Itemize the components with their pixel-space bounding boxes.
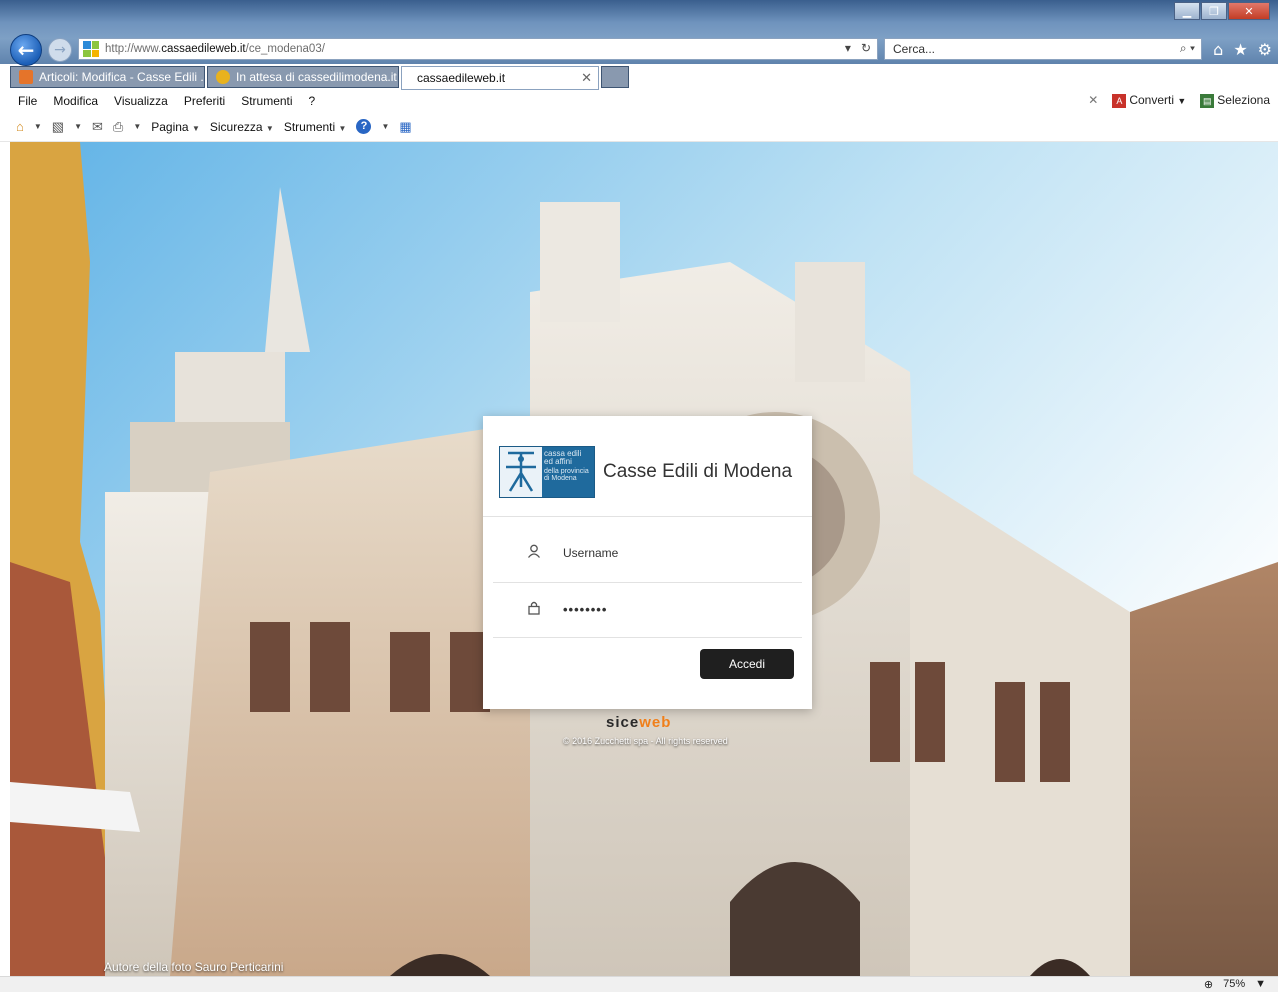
status-bar: ⊕ 75% ▼ <box>0 976 1278 992</box>
strumenti-menu[interactable]: Strumenti ▼ <box>284 120 347 134</box>
tab-in-attesa[interactable]: In attesa di cassedilimodena.it <box>207 66 399 88</box>
back-button[interactable]: ← <box>10 34 42 66</box>
back-arrow-icon: ← <box>17 38 35 62</box>
menu-strumenti[interactable]: Strumenti <box>241 94 292 108</box>
tab-label: In attesa di cassedilimodena.it <box>236 70 397 84</box>
forward-button[interactable]: → <box>48 38 72 62</box>
joomla-icon <box>19 70 33 84</box>
sicurezza-menu[interactable]: Sicurezza ▼ <box>210 120 274 134</box>
address-bar[interactable]: http://www. cassaedileweb.it/ce_modena03/… <box>78 38 878 60</box>
site-favicon-icon <box>410 70 411 86</box>
tab-cassaedileweb[interactable]: cassaedileweb.it ✕ <box>401 66 599 90</box>
print-icon[interactable]: ⎙ <box>113 119 123 135</box>
seleziona-button[interactable]: ▤ Seleziona <box>1200 93 1270 108</box>
login-button[interactable]: Accedi <box>700 649 794 679</box>
research-icon[interactable]: ▦ <box>399 119 411 135</box>
favorites-star-icon[interactable]: ★ <box>1233 40 1247 59</box>
feeds-icon[interactable]: ▧ <box>52 119 64 135</box>
divider <box>493 582 802 583</box>
search-icon[interactable]: ⌕ ▾ <box>1180 41 1195 56</box>
menu-file[interactable]: File <box>18 94 37 108</box>
menu-preferiti[interactable]: Preferiti <box>184 94 225 108</box>
minimize-button[interactable]: ▁ <box>1174 2 1200 20</box>
logo-line: di Modena <box>544 475 577 482</box>
forward-arrow-icon: → <box>54 42 66 58</box>
refresh-icon[interactable]: ↻ <box>861 41 871 55</box>
address-prefix: http://www. <box>105 43 162 55</box>
lock-icon <box>527 600 545 618</box>
sice-web-logo: siceweb <box>606 714 671 731</box>
settings-gear-icon[interactable]: ⚙ <box>1258 40 1272 59</box>
zoom-control[interactable]: ⊕ 75% ▼ <box>1204 978 1266 991</box>
tab-strip: Articoli: Modifica - Casse Edili ... In … <box>10 66 629 90</box>
login-card: cassa edili ed affini della provincia di… <box>483 416 812 709</box>
logo-emblem-icon <box>500 447 542 497</box>
select-icon: ▤ <box>1200 93 1215 108</box>
browser-titlebar: ▁ ❐ ✕ ← → http://www. cassaedileweb.it/ce… <box>0 0 1278 66</box>
address-path: /ce_modena03/ <box>245 43 325 55</box>
logo-line: della provincia <box>544 468 589 475</box>
strumenti-label: Strumenti <box>283 119 336 134</box>
photo-credit: Autore della foto Sauro Perticarini <box>104 960 284 974</box>
home-icon[interactable]: ⌂ <box>16 119 24 134</box>
menu-bar: File Modifica Visualizza Preferiti Strum… <box>0 90 1278 112</box>
pagina-label: Pagina <box>151 119 189 134</box>
help-icon[interactable]: ? <box>356 119 372 134</box>
restore-button[interactable]: ❐ <box>1201 2 1227 20</box>
converti-label: Converti <box>1129 93 1175 107</box>
site-favicon-icon <box>83 41 99 57</box>
copyright-text: © 2016 Zucchetti spa - All rights reserv… <box>563 736 728 746</box>
address-dropdown-icon[interactable]: ▾ <box>845 41 851 55</box>
tab-label: Articoli: Modifica - Casse Edili ... <box>39 70 205 84</box>
menu-modifica[interactable]: Modifica <box>53 94 98 108</box>
username-field[interactable]: Username <box>527 544 618 561</box>
brand-title: Casse Edili di Modena <box>603 461 793 482</box>
tab-label: cassaedileweb.it <box>417 71 506 85</box>
divider <box>493 637 802 638</box>
footer-brand-a: sice <box>606 714 640 731</box>
address-domain: cassaedileweb.it <box>161 43 246 55</box>
logo-text-block: cassa edili ed affini della provincia di… <box>542 447 594 497</box>
menu-help[interactable]: ? <box>309 94 316 108</box>
search-box[interactable]: Cerca... ⌕ ▾ <box>884 38 1202 60</box>
user-icon <box>527 544 545 561</box>
command-bar: ⌂ ▼ ▧ ▼ ✉ ⎙ ▼ Pagina ▼ Sicurezza ▼ Strument… <box>0 112 1278 142</box>
brand-header: cassa edili ed affini della provincia di… <box>499 446 792 498</box>
loading-icon <box>216 70 230 84</box>
logo-line: ed affini <box>544 457 572 466</box>
divider <box>483 516 812 517</box>
pdf-icon: A <box>1112 93 1127 108</box>
username-placeholder: Username <box>563 545 619 560</box>
password-value: •••••••• <box>563 601 608 617</box>
zoom-icon: ⊕ <box>1203 979 1214 991</box>
converti-button[interactable]: A Converti ▼ <box>1112 93 1186 108</box>
home-icon[interactable]: ⌂ <box>1213 40 1223 59</box>
password-field[interactable]: •••••••• <box>527 600 607 618</box>
menu-visualizza[interactable]: Visualizza <box>114 94 168 108</box>
page-viewport: Autore della foto Sauro Perticarini cass… <box>0 142 1278 976</box>
new-tab-button[interactable] <box>601 66 629 88</box>
window-controls: ▁ ❐ ✕ <box>1174 2 1270 20</box>
pagina-menu[interactable]: Pagina ▼ <box>151 120 200 134</box>
search-placeholder: Cerca... <box>893 42 936 56</box>
seleziona-label: Seleziona <box>1217 93 1270 107</box>
tab-articoli[interactable]: Articoli: Modifica - Casse Edili ... <box>10 66 205 88</box>
browser-nav-icons: ⌂ ★ ⚙ <box>1213 40 1272 59</box>
mail-icon[interactable]: ✉ <box>92 119 103 135</box>
close-tab-icon[interactable]: ✕ <box>581 70 592 86</box>
close-window-button[interactable]: ✕ <box>1228 2 1270 20</box>
sicurezza-label: Sicurezza <box>209 119 263 134</box>
zoom-level: 75% <box>1223 978 1246 990</box>
zoom-dropdown-icon[interactable]: ▼ <box>1255 978 1266 991</box>
cassa-edile-logo: cassa edili ed affini della provincia di… <box>499 446 595 498</box>
footer-brand-b: web <box>639 714 672 731</box>
close-toolbar-icon[interactable]: ✕ <box>1088 93 1098 107</box>
